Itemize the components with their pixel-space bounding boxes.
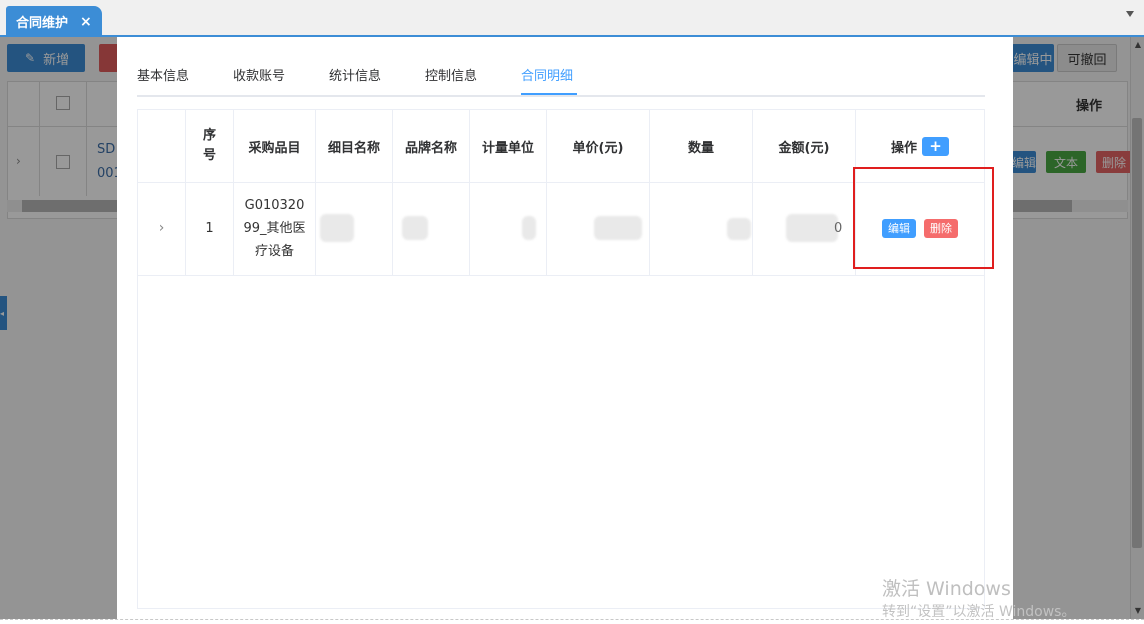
tab-payee-account[interactable]: 收款账号	[233, 65, 285, 84]
row-expand-icon[interactable]: ›	[138, 182, 185, 275]
active-tab-indicator	[521, 93, 577, 95]
tab-label: 合同维护	[16, 16, 69, 31]
redacted-unit-price	[594, 216, 642, 240]
activation-watermark-title: 激活 Windows	[882, 578, 1011, 600]
header-detail-name: 细目名称	[327, 140, 380, 156]
redacted-quantity	[727, 218, 751, 240]
row-seq: 1	[205, 221, 214, 236]
tab-statistics[interactable]: 统计信息	[329, 65, 381, 84]
tab-control-info[interactable]: 控制信息	[425, 65, 477, 84]
header-unit-price: 单价(元)	[572, 140, 624, 156]
redacted-brand-name	[402, 216, 428, 240]
activation-watermark-subtitle: 转到“设置”以激活 Windows。	[882, 604, 1076, 620]
header-seq: 序号	[202, 128, 216, 163]
chevron-down-icon[interactable]	[1126, 11, 1134, 17]
header-amount: 金额(元)	[778, 140, 830, 156]
tab-contract-details[interactable]: 合同明细	[521, 65, 573, 84]
contract-detail-dialog: 基本信息 收款账号 统计信息 控制信息 合同明细 序号 采购品目 细目名称 品牌…	[117, 37, 1013, 624]
header-quantity: 数量	[687, 140, 714, 156]
header-operation-label: 操作	[890, 140, 917, 156]
header-unit: 计量单位	[481, 140, 534, 156]
redacted-detail-name	[320, 214, 354, 242]
highlight-annotation-box	[853, 167, 994, 269]
row-procurement-item: G01032099_其他医疗设备	[243, 198, 306, 259]
dialog-tabs: 基本信息 收款账号 统计信息 控制信息 合同明细	[137, 65, 985, 97]
add-row-button[interactable]: +	[922, 136, 949, 156]
tab-bar: 合同维护 ×	[0, 0, 1144, 37]
header-brand-name: 品牌名称	[404, 140, 457, 156]
redacted-amount	[786, 214, 838, 242]
header-procurement-item: 采购品目	[248, 140, 301, 156]
amount-tail-digit: 0	[834, 221, 843, 236]
tab-basic-info[interactable]: 基本信息	[137, 65, 189, 84]
tab-contract-maintenance[interactable]: 合同维护 ×	[6, 6, 102, 37]
redacted-unit	[522, 216, 536, 240]
close-icon[interactable]: ×	[80, 15, 92, 29]
